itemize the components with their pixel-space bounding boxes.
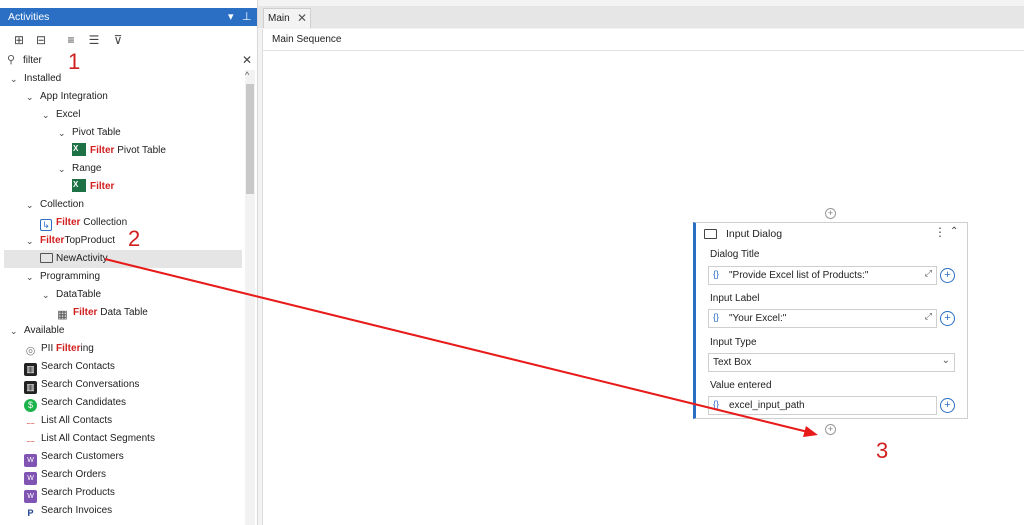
drag-arrow — [104, 258, 818, 437]
annotation-number: 3 — [876, 438, 889, 463]
annotation-number: 1 — [68, 49, 81, 74]
annotation-number: 2 — [128, 226, 141, 251]
